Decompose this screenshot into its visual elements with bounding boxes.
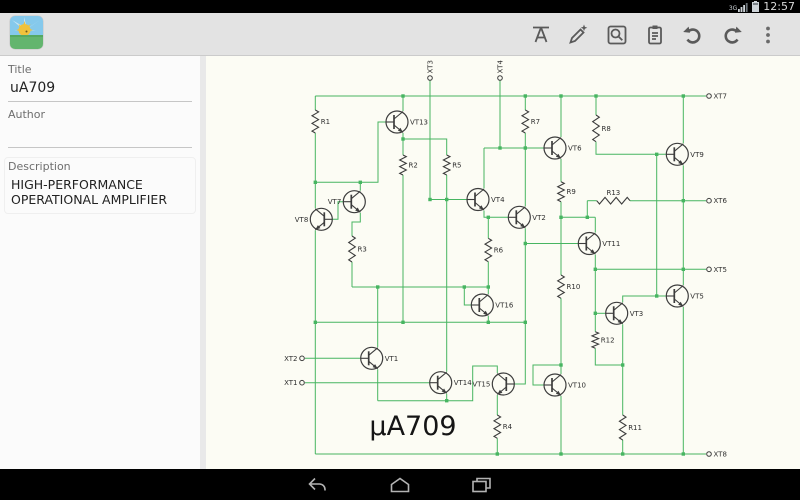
svg-text:VT15: VT15 bbox=[472, 381, 490, 389]
signal-icon: 3G bbox=[729, 2, 748, 12]
undo-button[interactable] bbox=[675, 17, 711, 53]
svg-text:VT16: VT16 bbox=[495, 302, 514, 310]
svg-text:XT3: XT3 bbox=[427, 60, 435, 73]
action-bar bbox=[0, 13, 800, 56]
svg-text:XT7: XT7 bbox=[714, 93, 727, 101]
svg-text:XT8: XT8 bbox=[714, 451, 727, 459]
svg-text:R11: R11 bbox=[628, 424, 642, 432]
svg-text:VT10: VT10 bbox=[568, 382, 586, 390]
draw-tool-button[interactable] bbox=[560, 17, 596, 53]
status-clock: 12:57 bbox=[763, 0, 795, 13]
svg-text:VT11: VT11 bbox=[602, 240, 620, 248]
recents-icon bbox=[470, 477, 494, 493]
svg-text:VT7: VT7 bbox=[328, 198, 342, 206]
svg-text:VT3: VT3 bbox=[630, 310, 644, 318]
redo-button[interactable] bbox=[714, 17, 750, 53]
paste-tool-button[interactable] bbox=[637, 17, 673, 53]
network-type-label: 3G bbox=[729, 6, 737, 12]
svg-text:R4: R4 bbox=[503, 423, 513, 431]
svg-text:VT5: VT5 bbox=[690, 293, 704, 301]
author-label: Author bbox=[8, 108, 192, 121]
overflow-menu-icon bbox=[756, 23, 780, 47]
battery-icon bbox=[752, 2, 759, 12]
svg-text:R5: R5 bbox=[452, 162, 461, 170]
description-text: HIGH-PERFORMANCE OPERATIONAL AMPLIFIER bbox=[8, 177, 192, 207]
svg-text:VT6: VT6 bbox=[568, 145, 582, 153]
description-label: Description bbox=[8, 160, 192, 173]
recents-button[interactable] bbox=[470, 476, 494, 494]
svg-text:R3: R3 bbox=[358, 246, 367, 254]
svg-text:XT2: XT2 bbox=[284, 355, 297, 363]
schematic-drawing: R1 R7 R8 R2 R5 R9 R3 R6 R10 R12 R4 R11 R13 VT13 VT7 VT8… bbox=[206, 56, 800, 469]
home-button[interactable] bbox=[388, 476, 412, 494]
svg-text:XT6: XT6 bbox=[714, 197, 728, 205]
svg-text:R10: R10 bbox=[567, 283, 581, 291]
app-screen: 3G 12:57 bbox=[0, 0, 800, 500]
draw-tool-icon bbox=[566, 23, 590, 47]
svg-text:VT2: VT2 bbox=[532, 214, 546, 222]
zoom-tool-icon bbox=[605, 23, 629, 47]
svg-text:R12: R12 bbox=[601, 337, 615, 345]
svg-text:R13: R13 bbox=[606, 189, 620, 197]
author-field[interactable] bbox=[8, 124, 192, 148]
svg-text:R9: R9 bbox=[567, 188, 576, 196]
description-field[interactable]: Description HIGH-PERFORMANCE OPERATIONAL… bbox=[4, 157, 196, 214]
title-field[interactable]: uA709 bbox=[8, 79, 192, 102]
title-label: Title bbox=[8, 63, 192, 76]
svg-text:μA709: μA709 bbox=[369, 411, 456, 442]
svg-text:VT13: VT13 bbox=[410, 119, 428, 127]
schematic-canvas[interactable]: R1 R7 R8 R2 R5 R9 R3 R6 R10 R12 R4 R11 R13 VT13 VT7 VT8… bbox=[206, 56, 800, 469]
component-tool-icon bbox=[529, 23, 553, 47]
navigation-bar bbox=[0, 469, 800, 500]
svg-text:VT4: VT4 bbox=[491, 196, 505, 204]
svg-text:R8: R8 bbox=[602, 125, 611, 133]
svg-text:R1: R1 bbox=[321, 118, 330, 126]
svg-text:VT14: VT14 bbox=[454, 379, 473, 387]
undo-icon bbox=[681, 23, 705, 47]
status-bar: 3G 12:57 bbox=[0, 0, 800, 13]
redo-icon bbox=[720, 23, 744, 47]
back-button[interactable] bbox=[306, 476, 330, 494]
properties-sidebar: Title uA709 Author Description HIGH-PERF… bbox=[0, 56, 200, 469]
svg-text:R7: R7 bbox=[531, 118, 540, 126]
svg-text:VT9: VT9 bbox=[690, 151, 704, 159]
app-icon[interactable] bbox=[10, 16, 43, 49]
svg-text:R2: R2 bbox=[409, 162, 418, 170]
svg-text:XT1: XT1 bbox=[284, 379, 297, 387]
svg-text:VT1: VT1 bbox=[385, 355, 399, 363]
svg-text:XT5: XT5 bbox=[714, 266, 727, 274]
overflow-menu-button[interactable] bbox=[755, 17, 781, 53]
zoom-tool-button[interactable] bbox=[599, 17, 635, 53]
svg-text:R6: R6 bbox=[494, 247, 504, 255]
status-icons: 3G 12:57 bbox=[729, 0, 795, 13]
svg-text:XT4: XT4 bbox=[497, 60, 505, 74]
back-icon bbox=[306, 477, 330, 493]
paste-tool-icon bbox=[643, 23, 667, 47]
component-tool-button[interactable] bbox=[523, 17, 559, 53]
svg-text:VT8: VT8 bbox=[295, 216, 309, 224]
home-icon bbox=[388, 477, 412, 493]
signal-bars-icon bbox=[738, 2, 748, 12]
